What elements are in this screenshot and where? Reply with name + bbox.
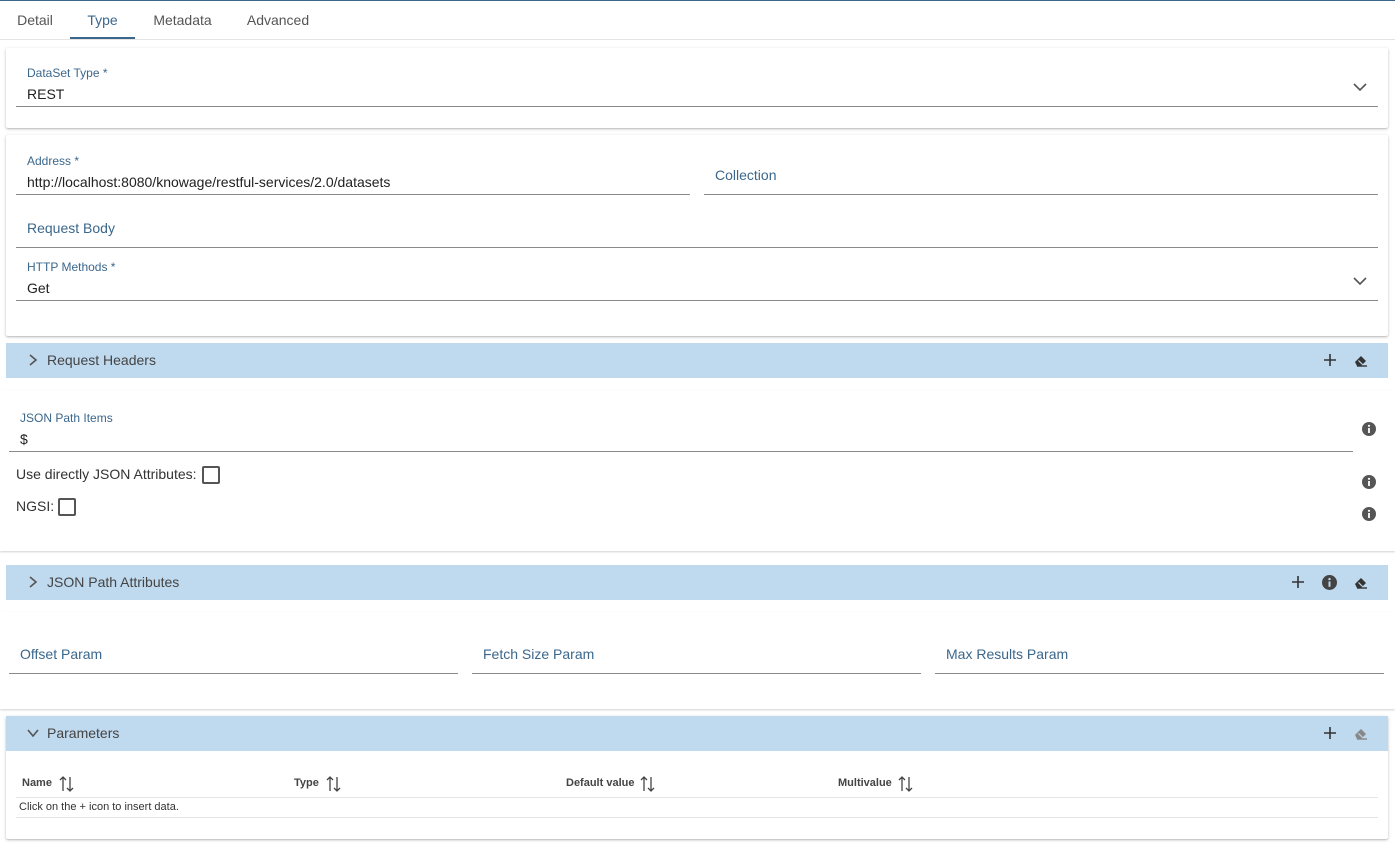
collection-field[interactable]: Collection [704,145,1378,195]
fetch-size-param-field[interactable]: Fetch Size Param [472,634,921,674]
eraser-icon [1355,729,1367,740]
http-methods-dropdown[interactable]: HTTP Methods * Get [16,251,1378,301]
chevron-right-icon[interactable] [26,575,40,589]
sort-icon[interactable] [640,775,656,793]
dataset-type-dropdown[interactable]: DataSet Type * REST [16,57,1378,107]
info-icon[interactable] [1362,475,1376,489]
column-header-default-value[interactable]: Default value [566,777,634,789]
json-path-attributes-title: JSON Path Attributes [47,574,180,590]
http-methods-label: HTTP Methods * [27,260,116,274]
collection-placeholder: Collection [715,167,777,183]
table-empty-message: Click on the + icon to insert data. [19,801,179,813]
info-icon[interactable] [1362,507,1376,521]
table-header-divider [16,797,1378,798]
sort-icon[interactable] [898,775,914,793]
tab-bar: Detail Type Metadata Advanced [0,1,1395,40]
column-header-type[interactable]: Type [294,777,319,789]
parameters-title: Parameters [47,725,120,741]
chevron-down-icon[interactable] [26,726,40,740]
request-body-field[interactable]: Request Body [16,208,1378,248]
tab-advanced[interactable]: Advanced [230,1,326,39]
offset-param-placeholder: Offset Param [20,646,103,662]
tab-type[interactable]: Type [70,1,135,39]
address-value: http://localhost:8080/knowage/restful-se… [27,174,391,190]
tab-detail[interactable]: Detail [0,1,70,39]
column-header-multivalue[interactable]: Multivalue [838,777,892,789]
eraser-icon[interactable] [1352,573,1370,591]
column-header-name[interactable]: Name [22,777,52,789]
json-path-attributes-toolbar[interactable]: JSON Path Attributes [6,565,1388,600]
sort-icon[interactable] [59,775,75,793]
info-icon[interactable] [1362,422,1376,436]
fetch-size-param-placeholder: Fetch Size Param [483,646,595,662]
dataset-type-value: REST [27,86,65,102]
request-headers-toolbar[interactable]: Request Headers [6,343,1388,378]
chevron-right-icon[interactable] [26,353,40,367]
add-icon[interactable] [1321,724,1339,742]
table-row-divider [16,817,1378,818]
offset-param-field[interactable]: Offset Param [9,634,458,674]
info-icon[interactable] [1322,575,1337,590]
max-results-param-placeholder: Max Results Param [946,646,1069,662]
parameters-toolbar[interactable]: Parameters [6,716,1388,751]
ngsi-label: NGSI: [16,498,55,514]
http-methods-value: Get [27,280,50,296]
use-json-attributes-label: Use directly JSON Attributes: [16,466,197,482]
max-results-param-field[interactable]: Max Results Param [935,634,1384,674]
sort-icon[interactable] [326,775,342,793]
request-body-placeholder: Request Body [27,220,115,236]
add-icon[interactable] [1321,351,1339,369]
chevron-down-icon [1353,83,1367,92]
json-path-items-field[interactable]: JSON Path Items $ [9,402,1353,452]
ngsi-checkbox[interactable] [58,498,76,516]
dataset-type-label: DataSet Type * [27,66,108,80]
address-label: Address * [27,154,80,168]
add-icon[interactable] [1289,573,1307,591]
json-path-items-label: JSON Path Items [20,411,113,425]
tab-metadata[interactable]: Metadata [135,1,230,39]
use-json-attributes-checkbox[interactable] [202,466,220,484]
eraser-icon[interactable] [1352,351,1370,369]
request-headers-title: Request Headers [47,352,156,368]
chevron-down-icon [1353,277,1367,286]
address-field[interactable]: Address * http://localhost:8080/knowage/… [16,145,690,195]
json-path-items-value: $ [20,431,28,447]
